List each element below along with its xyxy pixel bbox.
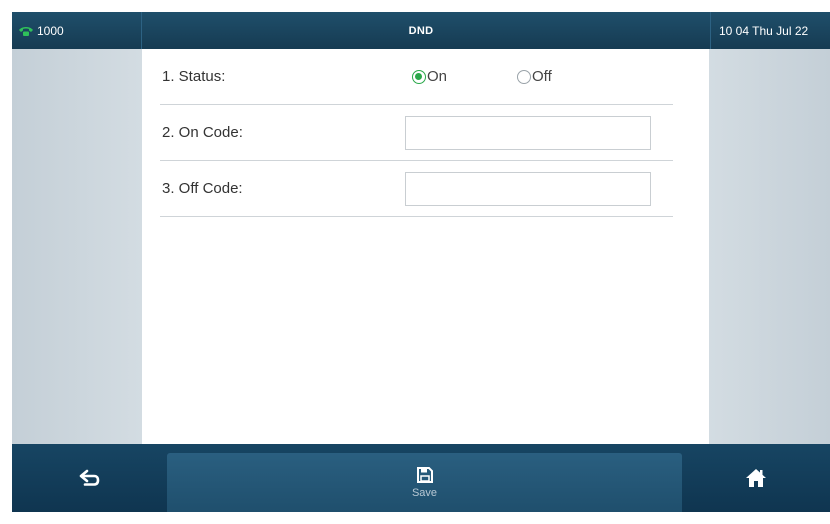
- left-side-panel: [12, 49, 142, 444]
- save-button[interactable]: Save: [167, 453, 682, 512]
- phone-icon: [19, 26, 33, 36]
- radio-checked-icon: [412, 69, 426, 84]
- status-off-label: Off: [532, 68, 552, 85]
- status-on-radio[interactable]: On: [412, 68, 447, 85]
- status-bar: 1000 DND 10 04 Thu Jul 22: [12, 12, 830, 49]
- save-label: Save: [411, 487, 438, 499]
- on-code-input[interactable]: [405, 116, 651, 150]
- dnd-settings-panel: 1. Status: On Off 2. On Code: 3. Off Cod…: [142, 49, 709, 444]
- account-number: 1000: [37, 23, 64, 38]
- status-off-radio[interactable]: Off: [517, 68, 552, 85]
- on-code-label: 2. On Code:: [162, 124, 243, 141]
- account-indicator[interactable]: 1000: [12, 12, 142, 49]
- off-code-row: 3. Off Code:: [160, 161, 673, 217]
- off-code-label: 3. Off Code:: [162, 180, 243, 197]
- right-side-panel: [709, 49, 830, 444]
- home-button[interactable]: [682, 444, 830, 512]
- phone-screen: 1000 DND 10 04 Thu Jul 22 1. Status: On …: [12, 12, 830, 512]
- status-row: 1. Status: On Off: [160, 49, 673, 105]
- on-code-row: 2. On Code:: [160, 105, 673, 161]
- clock: 10 04 Thu Jul 22: [710, 12, 830, 49]
- radio-unchecked-icon: [517, 69, 532, 84]
- back-arrow-icon: [79, 469, 99, 486]
- status-label: 1. Status:: [162, 68, 226, 85]
- off-code-input[interactable]: [405, 172, 651, 206]
- home-icon: [746, 469, 766, 487]
- back-button[interactable]: [12, 444, 167, 512]
- status-on-label: On: [427, 68, 448, 85]
- softkey-bar: Save: [12, 444, 830, 512]
- floppy-disk-icon: [416, 467, 433, 483]
